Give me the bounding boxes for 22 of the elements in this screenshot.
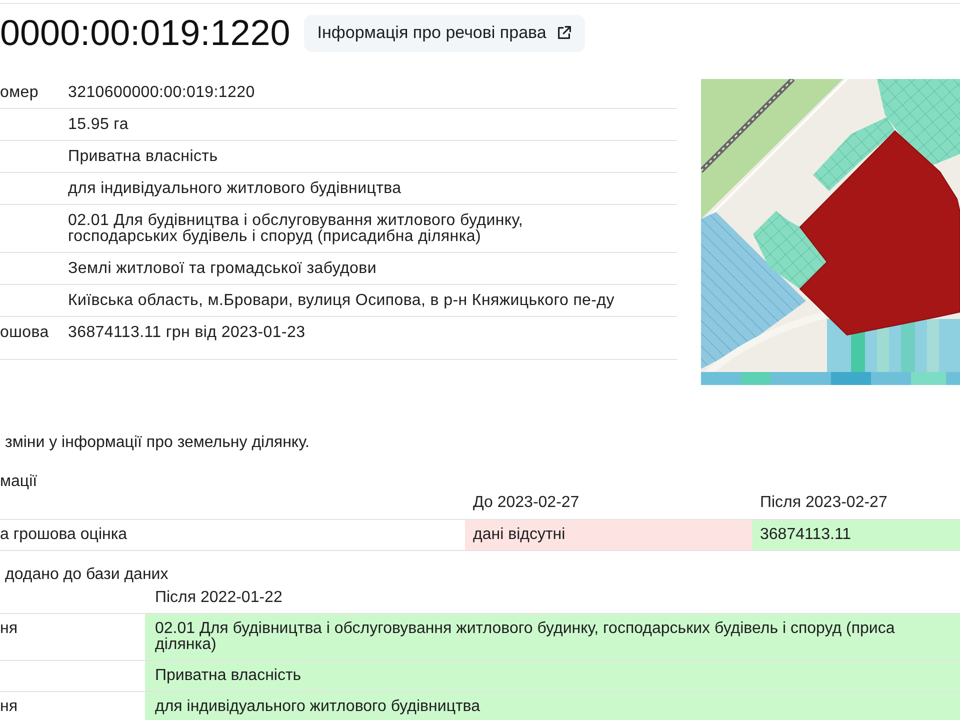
table-cell: Приватна власність xyxy=(145,661,960,692)
external-link-icon xyxy=(556,25,572,41)
table-cell: дані відсутні xyxy=(465,520,752,551)
field-value: 3210600000:00:019:1220 xyxy=(68,85,256,101)
section-heading: мації xyxy=(0,473,38,491)
field-label: ошова xyxy=(0,325,50,341)
field-value: 15.95 га xyxy=(68,117,130,133)
table-cell: 36874113.11 xyxy=(752,520,960,551)
table-cell: для індивідуального житлового будівництва xyxy=(145,692,960,720)
field-value: Київська область, м.Бровари, вулиця Осипова, в р-н Княжицького пе-ду xyxy=(68,293,616,309)
property-rights-button[interactable]: Інформація про речові права xyxy=(304,14,586,52)
field-value: Приватна власність xyxy=(68,149,219,165)
field-value: 36874113.11 грн від 2023-01-23 xyxy=(68,325,306,341)
row-label: а грошова оцінка xyxy=(0,520,465,551)
table-cell: 02.01 Для будівництва і обслуговування житлового будинку, господарських будівель і споруд (приса ділянка) xyxy=(145,614,960,661)
cadastral-number-title: 0000:00:019:1220 xyxy=(0,13,290,53)
field-label: омер xyxy=(0,85,40,101)
field-value: для індивідуального житлового будівництва xyxy=(68,181,402,197)
field-value: 02.01 Для будівництва і обслуговування житлового будинку, господарських будівель і споруд (присадибна ділянка) xyxy=(68,213,524,245)
changes-note: зміни у інформації про земельну ділянку. xyxy=(5,434,310,452)
section-heading: додано до бази даних xyxy=(4,566,170,584)
field-value: Землі житлової та громадської забудови xyxy=(68,261,378,277)
